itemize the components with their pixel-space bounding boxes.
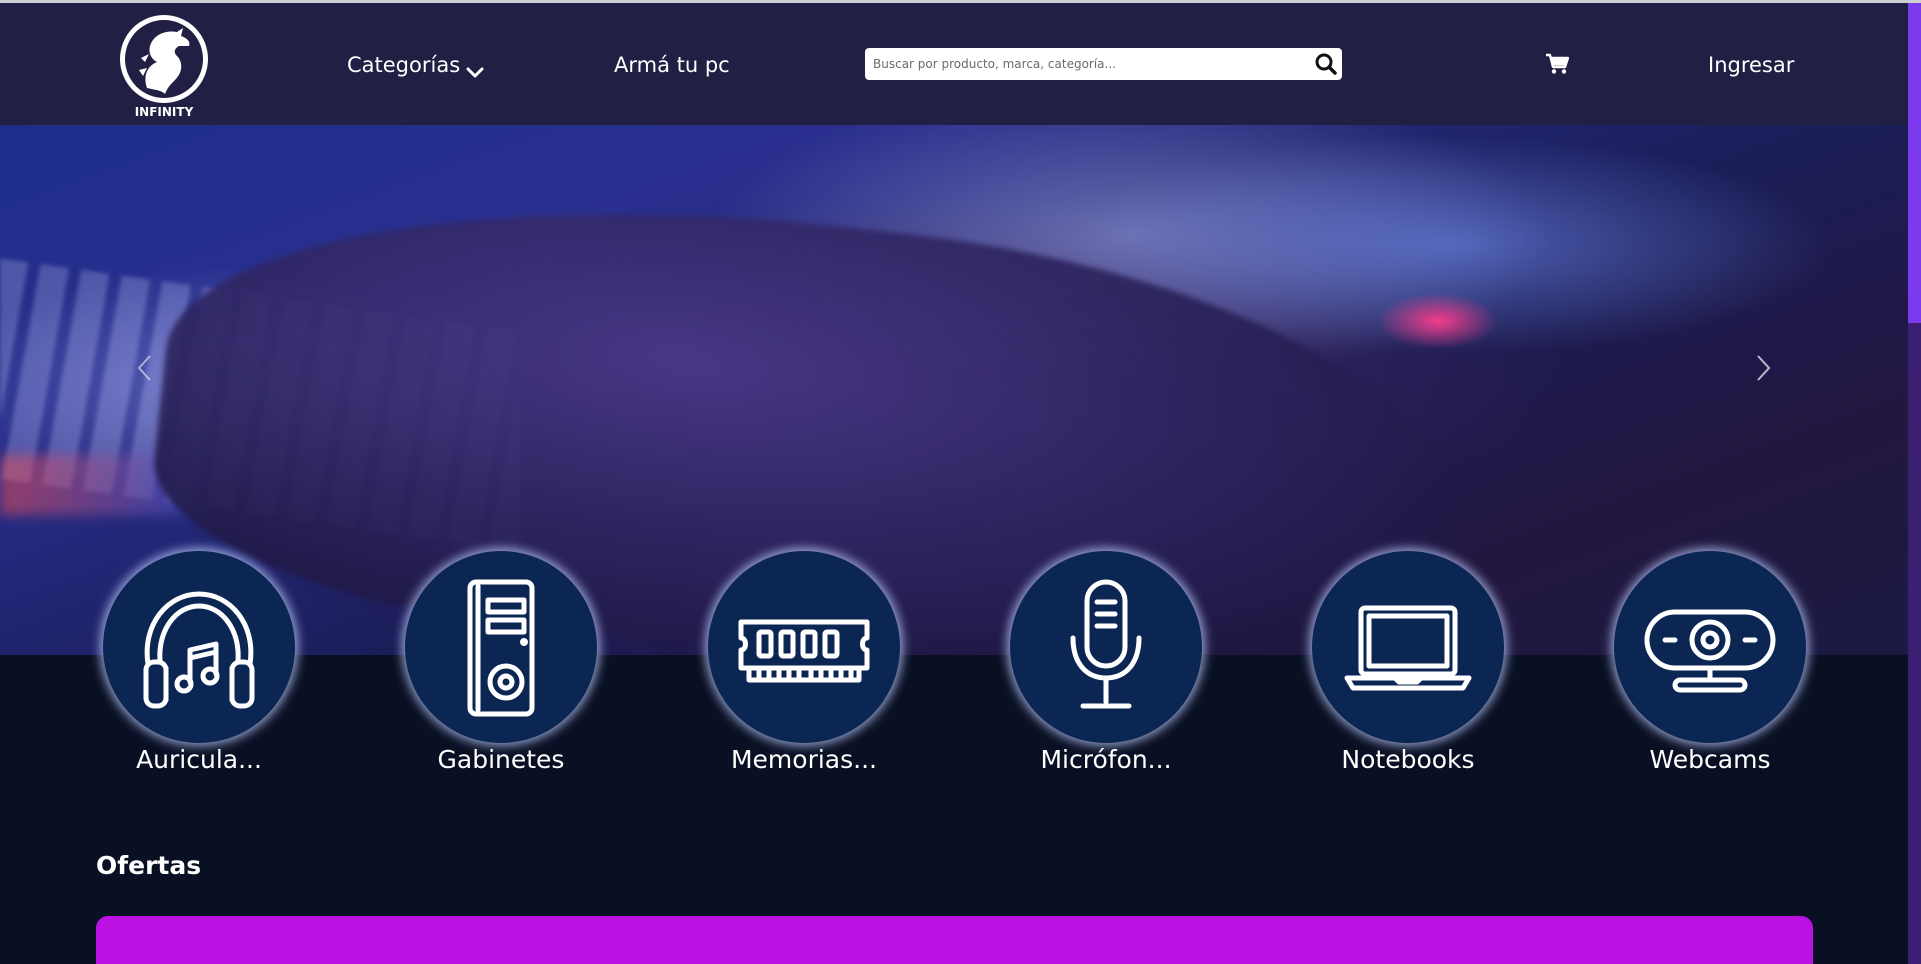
laptop-icon [1344, 605, 1472, 691]
category-circle [1614, 551, 1806, 743]
category-label: Memorias... [730, 745, 877, 774]
chevron-down-icon [466, 59, 484, 78]
dragon-logo-icon: INFINITY [120, 15, 208, 119]
category-list: Auricula... Gabinetes Memorias... Micróf… [0, 551, 1908, 791]
scrollbar-thumb[interactable] [1908, 3, 1921, 323]
category-label: Notebooks [1341, 745, 1475, 774]
nav-categories-dropdown[interactable]: Categorías [347, 51, 484, 79]
chevron-left-icon[interactable] [134, 353, 156, 383]
chevron-right-icon[interactable] [1752, 353, 1774, 383]
category-circle [708, 551, 900, 743]
offers-title: Ofertas [96, 851, 202, 880]
category-label: Auricula... [136, 745, 262, 774]
brand-wordmark: INFINITY [135, 105, 194, 119]
login-link[interactable]: Ingresar [1708, 51, 1794, 79]
category-label: Gabinetes [437, 745, 565, 774]
ram-memory-icon [738, 619, 870, 683]
pc-case-icon [467, 579, 535, 717]
category-circle [103, 551, 295, 743]
browser-frame: INFINITY Categorías Armá tu pc Ingresar [0, 0, 1921, 964]
webcam-icon [1644, 609, 1776, 693]
category-label: Webcams [1649, 745, 1771, 774]
category-circle [1312, 551, 1504, 743]
category-circle [405, 551, 597, 743]
category-circle [1010, 551, 1202, 743]
nav-build-pc-link[interactable]: Armá tu pc [614, 51, 730, 79]
category-label: Micrófon... [1040, 745, 1172, 774]
search-input[interactable] [873, 48, 1313, 80]
navbar: INFINITY Categorías Armá tu pc Ingresar [0, 3, 1908, 125]
brand-logo[interactable]: INFINITY [117, 10, 211, 122]
search-icon[interactable] [1314, 52, 1338, 76]
page-viewport: INFINITY Categorías Armá tu pc Ingresar [0, 3, 1908, 964]
search-bar [865, 48, 1342, 80]
offers-panel [96, 916, 1813, 964]
microphone-icon [1070, 579, 1142, 709]
shopping-cart-icon[interactable] [1545, 53, 1570, 75]
headphones-icon [143, 591, 255, 709]
nav-categories-label: Categorías [347, 53, 461, 77]
